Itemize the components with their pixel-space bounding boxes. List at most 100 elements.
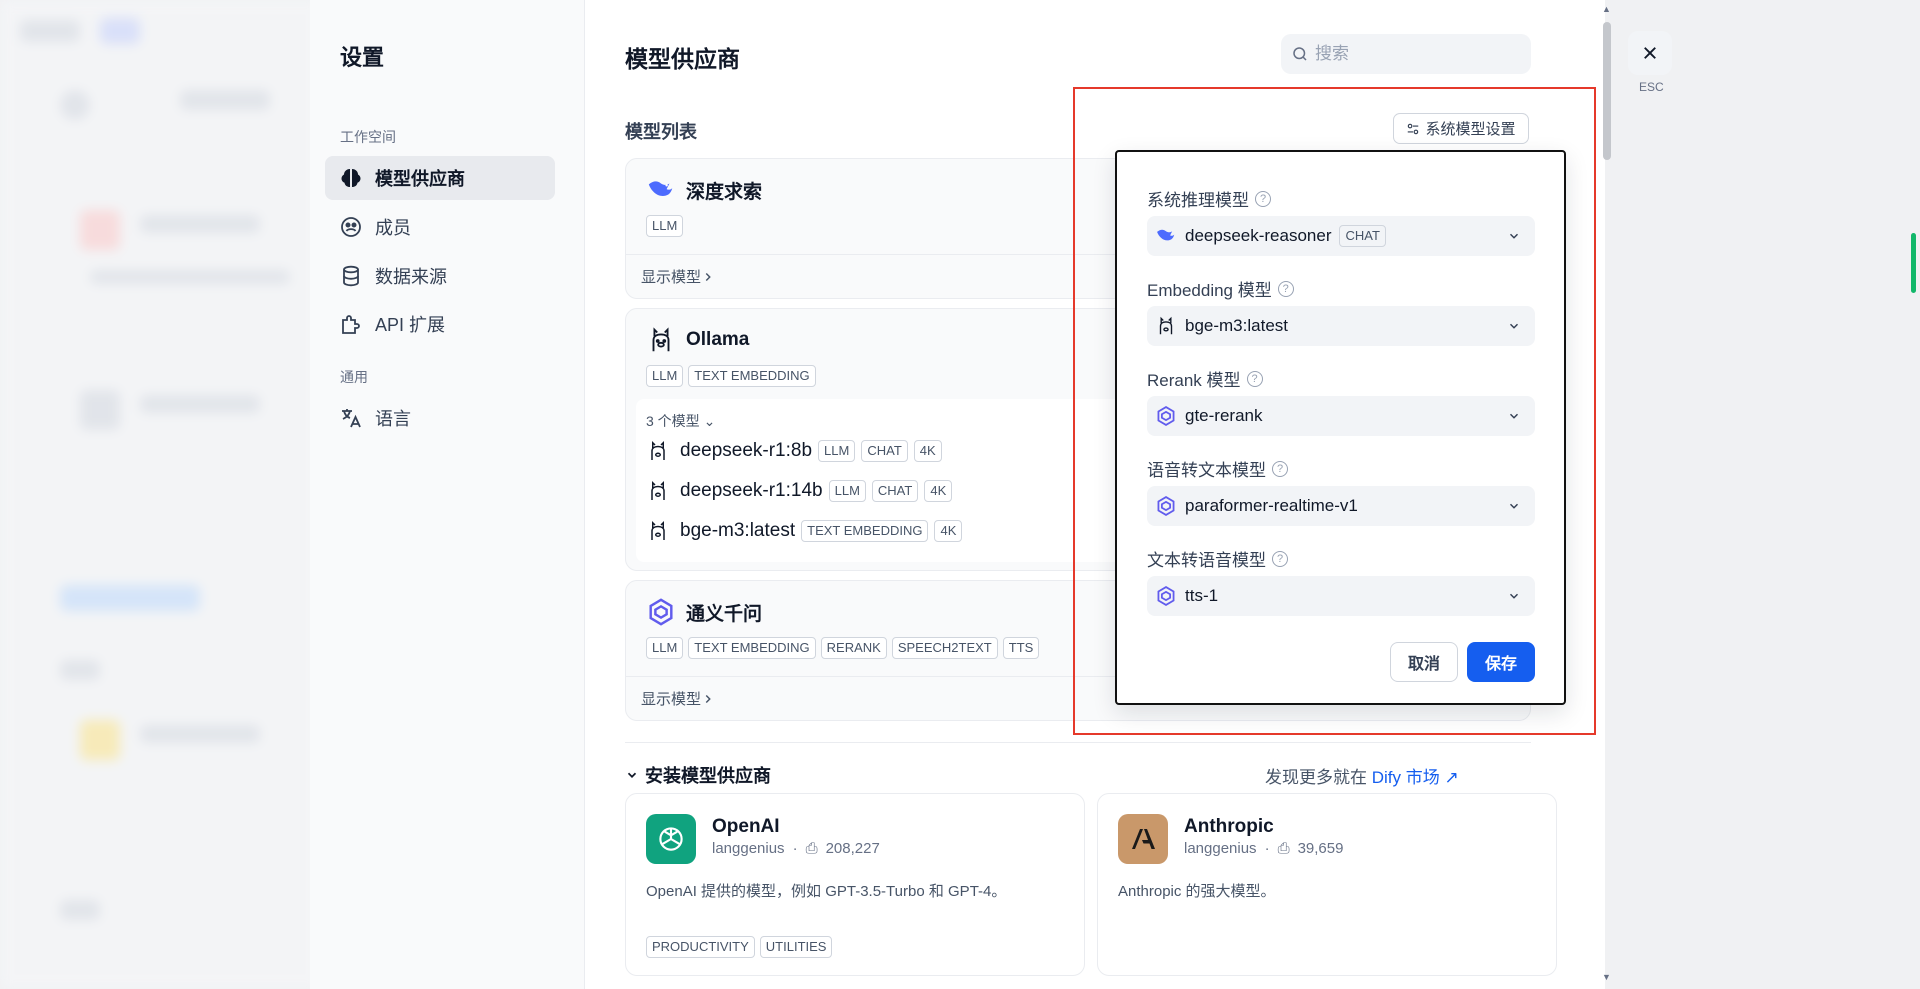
- select-value: bge-m3:latest: [1185, 316, 1288, 335]
- marketplace-link[interactable]: 发现更多就在 Dify 市场 ↗: [1265, 763, 1459, 788]
- ollama-icon: [651, 520, 665, 540]
- help-icon[interactable]: ?: [1272, 460, 1288, 477]
- tag: LLM: [646, 365, 684, 387]
- tongyi-icon: [1157, 586, 1175, 606]
- install-card-openai[interactable]: OpenAI langgenius · ⎙ 208,227 OpenAI 提供的…: [625, 793, 1085, 976]
- field-label: Rerank 模型?: [1147, 366, 1263, 391]
- nav-item-members[interactable]: 成员: [325, 205, 555, 249]
- cancel-button[interactable]: 取消: [1390, 642, 1458, 682]
- ollama-icon: [651, 480, 665, 500]
- chevron-down-icon: [1509, 593, 1519, 599]
- install-card-anthropic[interactable]: Anthropic langgenius · ⎙ 39,659 Anthropi…: [1097, 793, 1557, 976]
- model-name: deepseek-r1:8b: [680, 440, 813, 461]
- help-icon[interactable]: ?: [1255, 190, 1271, 207]
- field-label: Embedding 模型?: [1147, 276, 1294, 301]
- search-icon: [1293, 47, 1307, 61]
- chevron-down-icon: [1509, 503, 1519, 509]
- field-label: 文本转语音模型?: [1147, 546, 1288, 571]
- settings-title: 设置: [340, 45, 385, 70]
- tag: TEXT EMBEDDING: [801, 520, 929, 542]
- embedding-model-select[interactable]: bge-m3:latest: [1147, 306, 1535, 346]
- search-input[interactable]: [1315, 44, 1515, 64]
- chevron-down-icon: [1509, 323, 1519, 329]
- help-icon[interactable]: ?: [1246, 370, 1263, 387]
- scrollbar[interactable]: ▲ ▼: [1600, 0, 1614, 989]
- tag: LLM: [646, 215, 684, 237]
- ollama-icon: [652, 327, 670, 352]
- download-icon: ⎙: [1277, 840, 1290, 857]
- nav-item-model-provider[interactable]: 模型供应商: [325, 156, 555, 200]
- tag: TTS: [1002, 637, 1040, 659]
- model-list-title: 模型列表: [625, 122, 697, 142]
- nav-label: 语言: [375, 409, 411, 429]
- model-name: deepseek-r1:14b: [680, 480, 823, 501]
- select-value: gte-rerank: [1185, 406, 1263, 425]
- chevron-right-icon: [705, 694, 711, 703]
- brain-icon: [341, 169, 361, 187]
- deepseek-icon: [1157, 229, 1175, 241]
- tag: LLM: [646, 637, 684, 659]
- author: langgenius: [1184, 840, 1257, 857]
- group-label-workspace: 工作空间: [340, 129, 396, 145]
- nav-item-language[interactable]: 语言: [325, 396, 555, 440]
- page-title: 模型供应商: [625, 46, 740, 72]
- tag: UTILITIES: [759, 936, 833, 958]
- divider: [625, 742, 1531, 743]
- scroll-up-arrow[interactable]: ▲: [1602, 4, 1611, 14]
- install-card-desc: OpenAI 提供的模型，例如 GPT-3.5-Turbo 和 GPT-4。: [646, 883, 1007, 900]
- select-value: deepseek-reasoner: [1185, 226, 1332, 245]
- ollama-icon: [651, 440, 665, 460]
- scroll-down-arrow[interactable]: ▼: [1602, 972, 1611, 982]
- system-model-popup: 系统推理模型? deepseek-reasoner CHAT Embedding…: [1115, 150, 1566, 705]
- translate-icon: [342, 409, 361, 428]
- tag: CHAT: [871, 480, 919, 502]
- tag: CHAT: [861, 440, 908, 462]
- rerank-model-select[interactable]: gte-rerank: [1147, 396, 1535, 436]
- openai-logo-icon: [646, 814, 696, 864]
- edge-indicator: [1911, 233, 1916, 293]
- settings-sidebar: 设置 工作空间 模型供应商 成员 数据来源 API 扩展 通用 语言: [310, 0, 585, 989]
- reasoning-model-select[interactable]: deepseek-reasoner CHAT: [1147, 216, 1535, 256]
- download-count: 39,659: [1297, 840, 1344, 857]
- tag: LLM: [828, 480, 866, 502]
- help-icon[interactable]: ?: [1277, 280, 1294, 297]
- close-icon: [1644, 47, 1656, 59]
- install-card-name: OpenAI: [712, 816, 780, 837]
- external-link-icon: ↗: [1444, 768, 1459, 787]
- market-link-text[interactable]: Dify 市场: [1372, 768, 1440, 787]
- system-model-settings-button[interactable]: 系统模型设置: [1393, 113, 1529, 144]
- database-icon: [343, 265, 359, 287]
- tag: PRODUCTIVITY: [646, 936, 755, 958]
- nav-item-data-source[interactable]: 数据来源: [325, 254, 555, 298]
- ollama-icon: [1159, 316, 1173, 335]
- puzzle-icon: [342, 315, 360, 334]
- provider-name: Ollama: [686, 329, 750, 350]
- scroll-thumb[interactable]: [1603, 22, 1611, 160]
- sliders-icon: [1408, 123, 1419, 134]
- tag: 4K: [924, 480, 953, 502]
- author: langgenius: [712, 840, 785, 857]
- tag: SPEECH2TEXT: [891, 637, 998, 659]
- save-button[interactable]: 保存: [1467, 642, 1535, 682]
- market-prefix: 发现更多就在: [1265, 768, 1367, 787]
- group-label-general: 通用: [340, 369, 368, 385]
- close-button[interactable]: [1628, 31, 1672, 75]
- install-card-meta: langgenius · ⎙ 208,227: [712, 840, 880, 857]
- field-label: 语音转文本模型?: [1147, 456, 1288, 481]
- show-models-label: 显示模型: [641, 269, 702, 286]
- model-count-toggle[interactable]: 3 个模型 ⌄: [646, 411, 715, 431]
- install-section-toggle[interactable]: 安装模型供应商: [625, 762, 771, 788]
- help-icon[interactable]: ?: [1272, 550, 1288, 567]
- install-card-meta: langgenius · ⎙ 39,659: [1184, 840, 1344, 857]
- tag: RERANK: [820, 637, 887, 659]
- chevron-down-icon: [1509, 233, 1519, 239]
- nav-item-api-extension[interactable]: API 扩展: [325, 302, 555, 346]
- speech-to-text-model-select[interactable]: paraformer-realtime-v1: [1147, 486, 1535, 526]
- field-label: 系统推理模型?: [1147, 186, 1271, 211]
- text-to-speech-model-select[interactable]: tts-1: [1147, 576, 1535, 616]
- background-app: [0, 0, 320, 989]
- chevron-down-icon: [627, 772, 637, 778]
- search-box[interactable]: [1281, 34, 1531, 74]
- tag: TEXT EMBEDDING: [688, 365, 816, 387]
- select-value: tts-1: [1185, 586, 1219, 605]
